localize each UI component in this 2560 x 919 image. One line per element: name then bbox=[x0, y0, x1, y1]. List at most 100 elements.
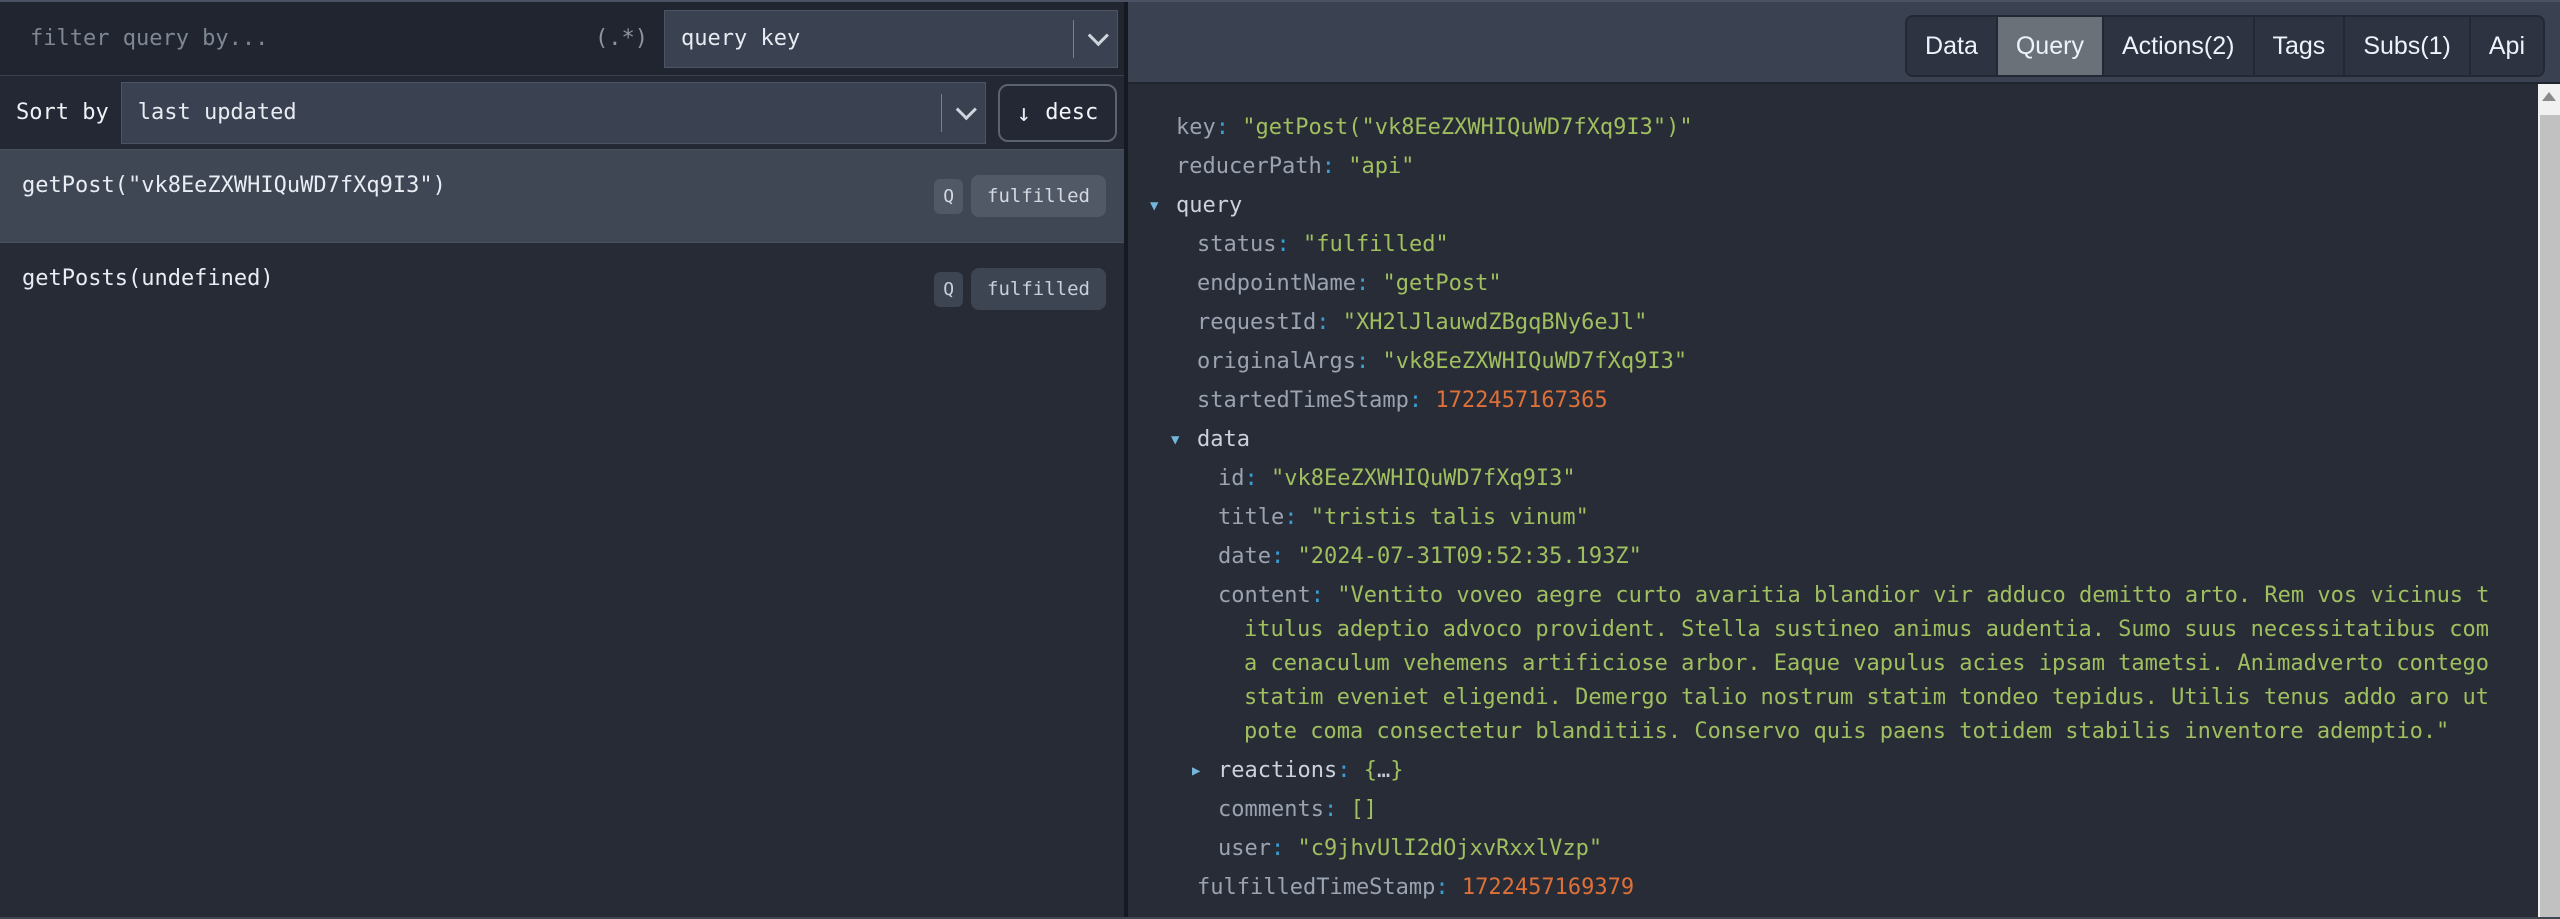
object-preview-ellipsis: … bbox=[1377, 758, 1390, 783]
tree-colon: : bbox=[1271, 836, 1284, 861]
tree-colon: : bbox=[1216, 115, 1229, 140]
expander-collapse-icon[interactable]: ▼ bbox=[1171, 423, 1197, 457]
select-divider bbox=[1073, 20, 1074, 58]
tree-colon: : bbox=[1409, 388, 1422, 413]
tree-colon: : bbox=[1284, 505, 1297, 530]
object-preview-brace: { bbox=[1364, 758, 1377, 783]
tree-row: ▼data bbox=[1128, 423, 2498, 457]
string-value: "fulfilled" bbox=[1303, 232, 1449, 257]
scroll-up-button[interactable] bbox=[2538, 84, 2560, 108]
filter-bar: (.*) query key bbox=[0, 2, 1124, 76]
badge-group: Qfulfilled bbox=[934, 268, 1106, 310]
string-value: "api" bbox=[1348, 154, 1414, 179]
tree-row: key: "getPost("vk8EeZXWHIQuWD7fXq9I3")" bbox=[1128, 111, 2498, 145]
string-value: "tristis talis vinum" bbox=[1311, 505, 1589, 530]
tree-key: requestId bbox=[1197, 310, 1316, 335]
state-tree-wrap: key: "getPost("vk8EeZXWHIQuWD7fXq9I3")" r… bbox=[1128, 84, 2560, 917]
tab-subs1[interactable]: Subs(1) bbox=[2345, 17, 2471, 75]
badge-group: Qfulfilled bbox=[934, 175, 1106, 217]
tree-colon: : bbox=[1356, 271, 1369, 296]
string-value: "getPost" bbox=[1382, 271, 1501, 296]
tree-row: date: "2024-07-31T09:52:35.193Z" bbox=[1128, 540, 2498, 574]
tree-node-label[interactable]: reactions bbox=[1218, 758, 1337, 783]
string-value: "vk8EeZXWHIQuWD7fXq9I3" bbox=[1382, 349, 1687, 374]
tree-row: ▶reactions: {…} bbox=[1128, 754, 2498, 788]
tree-key: title bbox=[1218, 505, 1284, 530]
tree-key: content bbox=[1218, 583, 1311, 608]
query-list-item[interactable]: getPost("vk8EeZXWHIQuWD7fXq9I3")Qfulfill… bbox=[0, 149, 1124, 242]
tree-colon: : bbox=[1356, 349, 1369, 374]
string-value: "c9jhvUlI2dOjxvRxxlVzp" bbox=[1297, 836, 1602, 861]
rtk-query-devtools: (.*) query key Sort by last updated ↓ de… bbox=[0, 0, 2560, 919]
string-value: "2024-07-31T09:52:35.193Z" bbox=[1297, 544, 1641, 569]
tree-key: key bbox=[1176, 115, 1216, 140]
number-value: 1722457167365 bbox=[1435, 388, 1607, 413]
tree-row: requestId: "XH2lJlauwdZBgqBNy6eJl" bbox=[1128, 306, 2498, 340]
tree-colon: : bbox=[1324, 797, 1337, 822]
tree-colon: : bbox=[1271, 544, 1284, 569]
tree-row: endpointName: "getPost" bbox=[1128, 267, 2498, 301]
tree-key: originalArgs bbox=[1197, 349, 1356, 374]
tree-row: ▼query bbox=[1128, 189, 2498, 223]
tree-colon: : bbox=[1245, 466, 1258, 491]
tab-query[interactable]: Query bbox=[1998, 17, 2104, 75]
tab-tags[interactable]: Tags bbox=[2255, 17, 2346, 75]
tab-api[interactable]: Api bbox=[2471, 17, 2543, 75]
tree-key: comments bbox=[1218, 797, 1324, 822]
tree-node-label[interactable]: data bbox=[1197, 427, 1250, 452]
tree-row: id: "vk8EeZXWHIQuWD7fXq9I3" bbox=[1128, 462, 2498, 496]
regex-toggle-button[interactable]: (.*) bbox=[595, 26, 648, 51]
sort-field-select[interactable]: last updated bbox=[121, 82, 986, 144]
tree-row: status: "fulfilled" bbox=[1128, 228, 2498, 262]
query-list-item[interactable]: getPosts(undefined)Qfulfilled bbox=[0, 242, 1124, 335]
tree-key: endpointName bbox=[1197, 271, 1356, 296]
tree-key: startedTimeStamp bbox=[1197, 388, 1409, 413]
tree-row: title: "tristis talis vinum" bbox=[1128, 501, 2498, 535]
string-value: "XH2lJlauwdZBgqBNy6eJl" bbox=[1343, 310, 1648, 335]
tab-bar: DataQueryActions(2)TagsSubs(1)Api bbox=[1905, 15, 2545, 77]
tree-node-label[interactable]: query bbox=[1176, 193, 1242, 218]
filter-query-input[interactable] bbox=[30, 26, 587, 51]
tree-row: reducerPath: "api" bbox=[1128, 150, 2498, 184]
tree-row: originalArgs: "vk8EeZXWHIQuWD7fXq9I3" bbox=[1128, 345, 2498, 379]
filter-field-select[interactable]: query key bbox=[664, 10, 1118, 68]
json-state-tree: key: "getPost("vk8EeZXWHIQuWD7fXq9I3")" r… bbox=[1128, 84, 2560, 905]
tree-key: id bbox=[1218, 466, 1245, 491]
tree-key: fulfilledTimeStamp bbox=[1197, 875, 1435, 900]
tree-key: status bbox=[1197, 232, 1276, 257]
tree-key: user bbox=[1218, 836, 1271, 861]
arrow-down-icon: ↓ bbox=[1017, 101, 1031, 125]
expander-expand-icon[interactable]: ▶ bbox=[1192, 754, 1218, 788]
tab-actions2[interactable]: Actions(2) bbox=[2104, 17, 2255, 75]
tabs-header: DataQueryActions(2)TagsSubs(1)Api bbox=[1128, 2, 2560, 84]
expander-collapse-icon[interactable]: ▼ bbox=[1150, 189, 1176, 223]
tree-row: user: "c9jhvUlI2dOjxvRxxlVzp" bbox=[1128, 832, 2498, 866]
empty-array-value: [] bbox=[1350, 797, 1377, 822]
status-badge: fulfilled bbox=[971, 268, 1106, 310]
sort-by-label: Sort by bbox=[16, 100, 109, 125]
tree-colon: : bbox=[1311, 583, 1324, 608]
scroll-up-arrow-icon bbox=[2542, 92, 2556, 101]
filter-field-select-value: query key bbox=[681, 26, 1063, 51]
query-list-panel: (.*) query key Sort by last updated ↓ de… bbox=[0, 2, 1128, 917]
status-badge: fulfilled bbox=[971, 175, 1106, 217]
chevron-down-icon bbox=[956, 99, 977, 120]
tree-row: comments: [] bbox=[1128, 793, 2498, 827]
string-value: "getPost("vk8EeZXWHIQuWD7fXq9I3")" bbox=[1242, 115, 1692, 140]
query-type-badge: Q bbox=[934, 179, 963, 214]
string-value: "Ventito voveo aegre curto avaritia blan… bbox=[1244, 583, 2490, 744]
tree-colon: : bbox=[1337, 758, 1350, 783]
sort-direction-label: desc bbox=[1045, 100, 1098, 125]
tree-colon: : bbox=[1316, 310, 1329, 335]
number-value: 1722457169379 bbox=[1462, 875, 1634, 900]
tree-key: date bbox=[1218, 544, 1271, 569]
query-list: getPost("vk8EeZXWHIQuWD7fXq9I3")Qfulfill… bbox=[0, 149, 1124, 917]
tree-key: reducerPath bbox=[1176, 154, 1322, 179]
scrollbar[interactable] bbox=[2538, 84, 2560, 917]
object-preview-brace: } bbox=[1390, 758, 1403, 783]
sort-direction-button[interactable]: ↓ desc bbox=[998, 84, 1117, 142]
tab-data[interactable]: Data bbox=[1907, 17, 1998, 75]
tree-colon: : bbox=[1276, 232, 1289, 257]
scrollbar-thumb[interactable] bbox=[2540, 115, 2560, 917]
select-divider bbox=[941, 94, 942, 132]
